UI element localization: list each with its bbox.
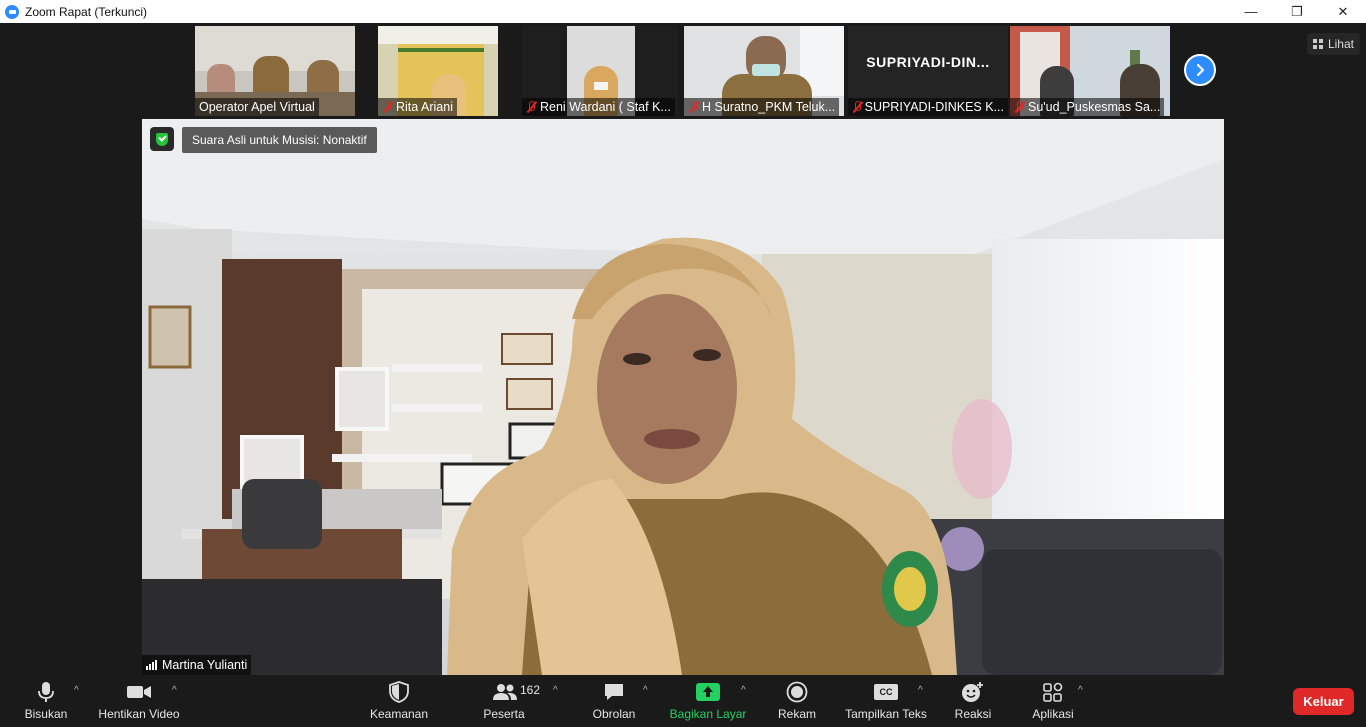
signal-strength-icon	[146, 660, 157, 670]
captions-label: Tampilkan Teks	[845, 707, 927, 721]
grid-view-icon	[1312, 39, 1323, 49]
record-label: Rekam	[777, 707, 816, 721]
participant-name: Su'ud_Puskesmas Sa...	[1010, 98, 1165, 116]
security-button[interactable]: Keamanan	[366, 675, 432, 727]
encryption-shield-button[interactable]	[150, 127, 174, 151]
closed-captions-icon: CC	[874, 681, 898, 703]
chat-options-caret[interactable]: ^	[643, 685, 648, 696]
chat-button[interactable]: Obrolan	[586, 675, 642, 727]
view-label: Lihat	[1327, 37, 1354, 51]
share-screen-icon	[696, 681, 720, 703]
apps-label: Aplikasi	[1032, 707, 1074, 721]
mute-button[interactable]: Bisukan	[18, 675, 74, 727]
participant-name-card: SUPRIYADI-DIN...	[866, 54, 990, 70]
video-camera-icon	[126, 681, 152, 703]
share-screen-button[interactable]: Bagikan Layar	[668, 675, 748, 727]
speaker-name: Martina Yulianti	[162, 658, 248, 672]
chat-bubble-icon	[603, 681, 625, 703]
close-button[interactable]: ✕	[1320, 0, 1366, 23]
apps-button[interactable]: Aplikasi	[1028, 675, 1078, 727]
chat-label: Obrolan	[592, 707, 636, 721]
shield-check-icon	[156, 132, 168, 146]
window-controls: — ❐ ✕	[1228, 0, 1366, 23]
mute-label: Bisukan	[24, 707, 68, 721]
next-page-button[interactable]	[1184, 54, 1216, 86]
speaker-video-frame	[142, 119, 1224, 675]
speaker-name-label: Martina Yulianti	[142, 655, 252, 675]
participant-name: H Suratno_PKM Teluk...	[684, 98, 840, 116]
gallery-strip: Operator Apel Virtual Rita Ariani Reni W…	[0, 23, 1366, 119]
minimize-button[interactable]: —	[1228, 0, 1274, 23]
muted-mic-icon	[526, 101, 537, 113]
participant-tile[interactable]: H Suratno_PKM Teluk...	[684, 26, 844, 116]
leave-button[interactable]: Keluar	[1293, 688, 1354, 715]
microphone-icon	[37, 681, 55, 703]
participants-options-caret[interactable]: ^	[553, 685, 558, 696]
security-shield-icon	[389, 681, 409, 703]
active-speaker-video: Suara Asli untuk Musisi: Nonaktif Martin…	[142, 119, 1224, 675]
participants-icon	[492, 681, 518, 703]
reactions-button[interactable]: Reaksi	[950, 675, 996, 727]
apps-options-caret[interactable]: ^	[1078, 685, 1083, 696]
view-button[interactable]: Lihat	[1306, 33, 1360, 55]
record-button[interactable]: Rekam	[772, 675, 822, 727]
participant-name: SUPRIYADI-DINKES K...	[848, 98, 1008, 116]
zoom-logo-icon	[5, 4, 19, 19]
smiley-plus-icon	[961, 681, 985, 703]
participant-tile[interactable]: Operator Apel Virtual	[195, 26, 355, 116]
stop-video-button[interactable]: Hentikan Video	[96, 675, 182, 727]
share-options-caret[interactable]: ^	[741, 685, 746, 696]
title-bar: Zoom Rapat (Terkunci) — ❐ ✕	[0, 0, 1366, 23]
captions-options-caret[interactable]: ^	[918, 685, 923, 696]
security-label: Keamanan	[369, 707, 429, 721]
video-label: Hentikan Video	[98, 707, 180, 721]
original-sound-notice: Suara Asli untuk Musisi: Nonaktif	[182, 127, 377, 153]
show-captions-button[interactable]: CC Tampilkan Teks	[843, 675, 929, 727]
share-label: Bagikan Layar	[669, 707, 747, 721]
muted-mic-icon	[852, 101, 862, 113]
video-options-caret[interactable]: ^	[172, 685, 177, 696]
mute-options-caret[interactable]: ^	[74, 685, 79, 696]
participant-tile[interactable]: Su'ud_Puskesmas Sa...	[1010, 26, 1170, 116]
participant-tile[interactable]: Rita Ariani	[378, 26, 498, 116]
muted-mic-icon	[382, 101, 393, 113]
participant-name: Rita Ariani	[378, 98, 457, 116]
meeting-toolbar: Bisukan ^ Hentikan Video ^ Keamanan Pese…	[0, 675, 1366, 727]
participant-name: Reni Wardani ( Staf K...	[522, 98, 675, 116]
participants-label: Peserta	[483, 707, 525, 721]
participant-tile[interactable]: SUPRIYADI-DIN... SUPRIYADI-DINKES K...	[848, 26, 1008, 116]
participant-tile[interactable]: Reni Wardani ( Staf K...	[522, 26, 678, 116]
muted-mic-icon	[688, 101, 699, 113]
muted-mic-icon	[1014, 101, 1025, 113]
reactions-label: Reaksi	[954, 707, 992, 721]
chevron-right-icon	[1196, 63, 1205, 77]
apps-icon	[1042, 681, 1064, 703]
participant-name: Operator Apel Virtual	[195, 98, 319, 116]
restore-button[interactable]: ❐	[1274, 0, 1320, 23]
participants-count: 162	[520, 683, 541, 697]
record-icon	[786, 681, 808, 703]
window-title: Zoom Rapat (Terkunci)	[25, 4, 148, 19]
